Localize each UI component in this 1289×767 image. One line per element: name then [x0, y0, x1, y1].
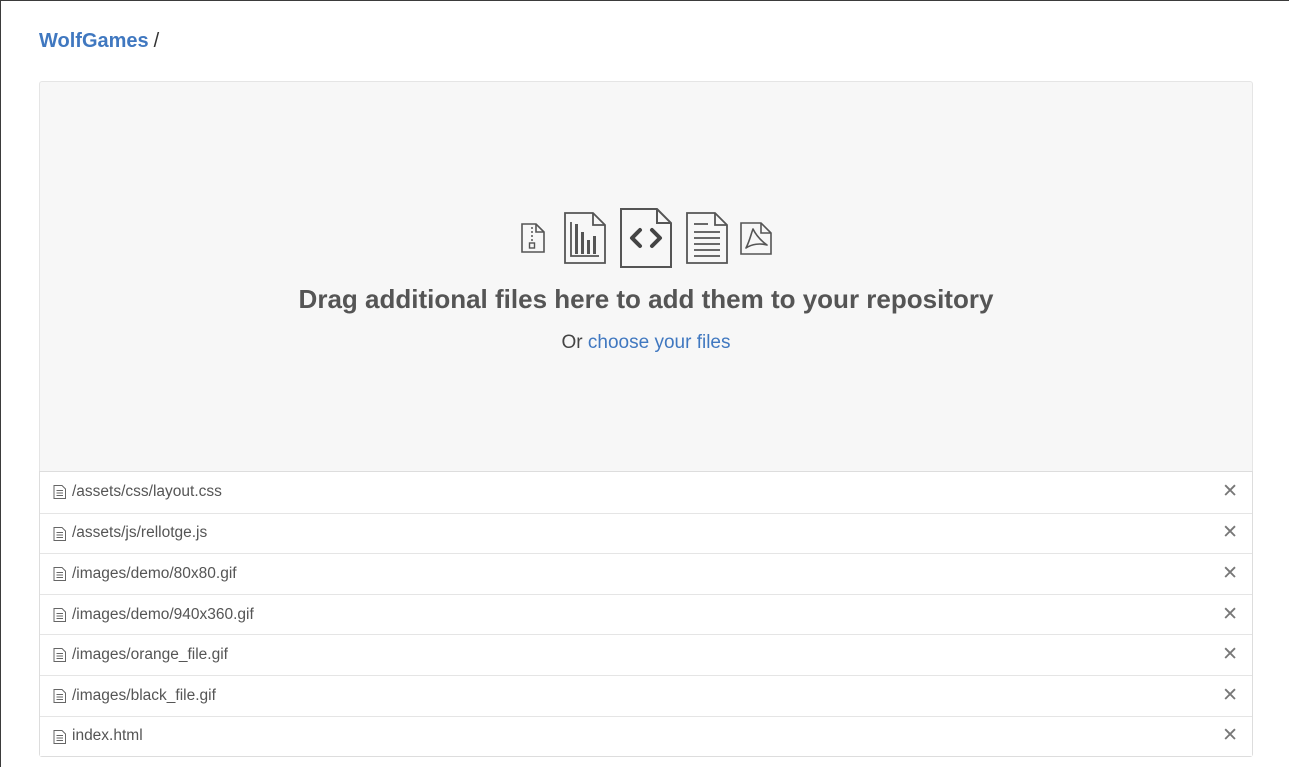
file-name: /assets/js/rellotge.js — [72, 524, 208, 542]
file-row: /images/demo/940x360.gif ✕ — [40, 593, 1252, 635]
file-text-icon — [53, 526, 66, 541]
file-text-icon — [53, 485, 66, 499]
zip-file-icon — [521, 223, 545, 253]
remove-file-button[interactable]: ✕ — [1222, 523, 1238, 543]
file-text-icon — [53, 729, 66, 744]
file-text-icon — [53, 648, 66, 663]
file-type-icons — [518, 206, 774, 270]
window-top-border — [0, 0, 1289, 1]
file-text-icon — [53, 567, 66, 582]
remove-file-button[interactable]: ✕ — [1222, 563, 1238, 584]
remove-file-button[interactable]: ✕ — [1222, 645, 1238, 665]
remove-file-button[interactable]: ✕ — [1222, 726, 1238, 746]
breadcrumb: WolfGames / — [39, 29, 159, 53]
pdf-file-icon — [740, 222, 772, 255]
file-row: /assets/css/layout.css ✕ — [40, 472, 1252, 513]
file-row: /images/orange_file.gif ✕ — [40, 634, 1252, 675]
file-name: /images/black_file.gif — [72, 686, 216, 704]
choose-files-link[interactable]: choose your files — [588, 332, 731, 353]
file-row: index.html ✕ — [40, 715, 1252, 757]
chart-file-icon — [564, 212, 606, 264]
breadcrumb-separator: / — [153, 30, 160, 52]
file-row: /images/black_file.gif ✕ — [40, 674, 1252, 716]
dropzone-prefix: Or — [561, 332, 583, 353]
dropzone-title: Drag additional files here to add them t… — [298, 284, 994, 314]
file-dropzone[interactable]: Drag additional files here to add them t… — [39, 81, 1253, 472]
file-text-icon — [53, 607, 66, 622]
remove-file-button[interactable]: ✕ — [1222, 482, 1238, 502]
file-name: /images/orange_file.gif — [72, 646, 228, 664]
remove-file-button[interactable]: ✕ — [1222, 685, 1238, 706]
window-left-border — [0, 0, 1, 767]
file-name: /images/demo/940x360.gif — [72, 605, 254, 623]
file-name: index.html — [72, 727, 143, 745]
text-file-icon — [686, 212, 728, 264]
file-row: /images/demo/80x80.gif ✕ — [40, 553, 1252, 594]
staged-file-list: /assets/css/layout.css ✕ /assets/js/rell… — [39, 471, 1253, 758]
remove-file-button[interactable]: ✕ — [1222, 604, 1238, 625]
file-name: /assets/css/layout.css — [72, 483, 222, 501]
code-file-icon — [620, 208, 672, 268]
repo-link[interactable]: WolfGames — [39, 30, 149, 52]
file-row: /assets/js/rellotge.js ✕ — [40, 512, 1252, 554]
file-text-icon — [53, 688, 66, 703]
dropzone-subtitle: Or choose your files — [40, 331, 1252, 355]
file-name: /images/demo/80x80.gif — [72, 564, 237, 582]
